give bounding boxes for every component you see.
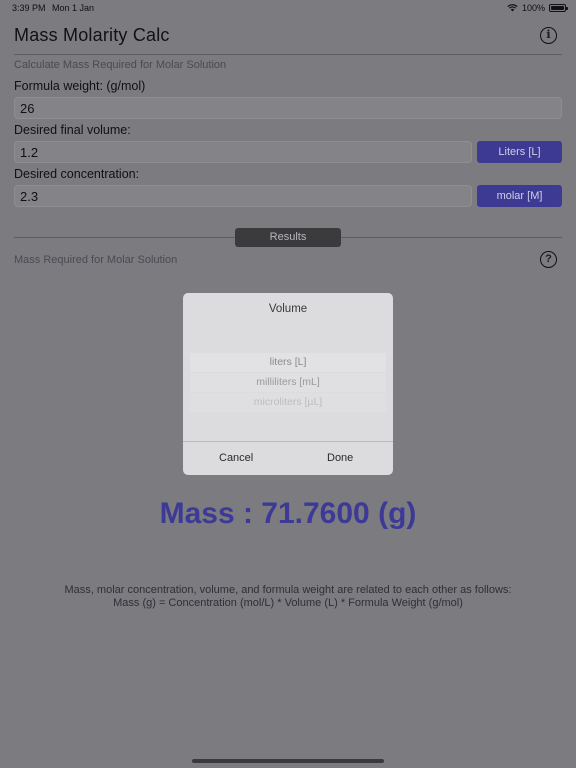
results-tab[interactable]: Results [235, 228, 341, 247]
formula-weight-label: Formula weight: (g/mol) [14, 79, 146, 93]
picker-option-liters[interactable]: liters [L] [190, 353, 386, 372]
cancel-button[interactable]: Cancel [219, 452, 253, 464]
home-indicator [192, 759, 384, 763]
battery-icon [549, 4, 568, 12]
status-date: Mon 1 Jan [52, 3, 95, 13]
info-icon[interactable]: i [540, 27, 557, 44]
volume-field[interactable]: 1.2 [14, 141, 472, 163]
wifi-icon [507, 4, 518, 12]
volume-label: Desired final volume: [14, 123, 131, 137]
form-caption: Calculate Mass Required for Molar Soluti… [14, 59, 227, 71]
concentration-label: Desired concentration: [14, 167, 140, 181]
status-bar: 3:39 PM Mon 1 Jan 100% [0, 0, 576, 16]
status-time: 3:39 PM [12, 3, 46, 13]
mass-result: Mass : 71.7600 (g) [159, 497, 417, 530]
help-icon[interactable]: ? [540, 251, 557, 268]
formula-explanation-line2: Mass (g) = Concentration (mol/L) * Volum… [113, 597, 463, 609]
battery-percent: 100% [521, 3, 545, 13]
picker-title: Volume [268, 303, 308, 315]
picker-separator [183, 441, 393, 442]
concentration-field[interactable]: 2.3 [14, 185, 472, 207]
formula-explanation-line1: Mass, molar concentration, volume, and f… [64, 584, 512, 596]
volume-unit-button[interactable]: Liters [L] [477, 141, 562, 163]
formula-weight-field[interactable]: 26 [14, 97, 562, 119]
concentration-unit-button[interactable]: molar [M] [477, 185, 562, 207]
header-divider [14, 54, 562, 55]
results-caption: Mass Required for Molar Solution [14, 254, 178, 266]
status-indicators: 100% [507, 3, 568, 13]
picker-option-microliters[interactable]: microliters [µL] [190, 393, 386, 412]
done-button[interactable]: Done [327, 452, 353, 464]
app-title: Mass Molarity Calc [14, 25, 170, 45]
volume-picker-dialog: Volume liters [L] milliliters [mL] micro… [183, 293, 393, 475]
picker-option-milliliters[interactable]: milliliters [mL] [190, 373, 386, 392]
